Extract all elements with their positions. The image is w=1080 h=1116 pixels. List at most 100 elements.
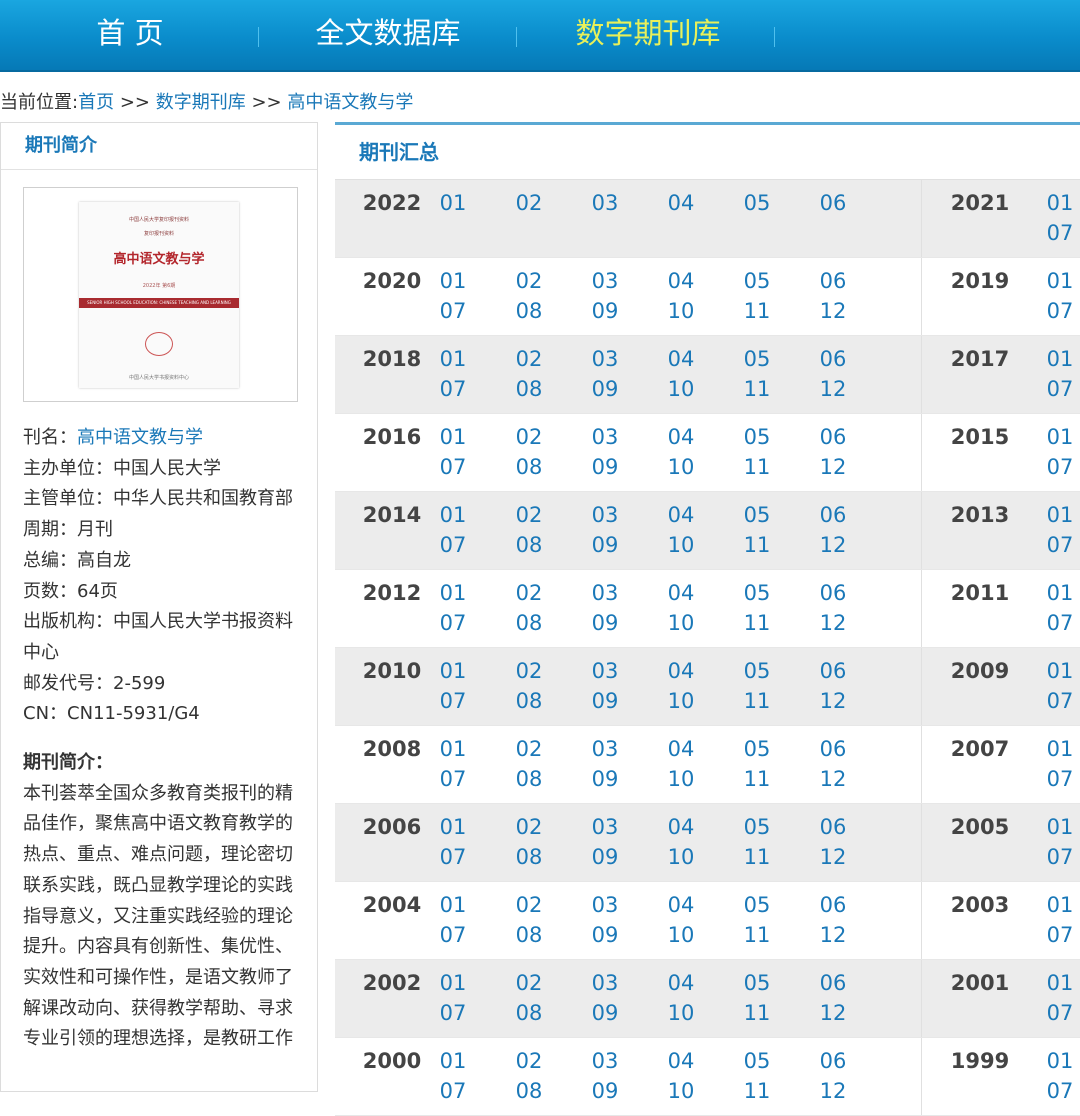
issue-link[interactable]: 01 (1040, 1047, 1080, 1075)
issue-link[interactable]: 02 (509, 1047, 549, 1075)
breadcrumb-journal-db-link[interactable]: 数字期刊库 (156, 92, 246, 113)
issue-link[interactable]: 07 (1040, 531, 1080, 559)
nav-digital-journal-db[interactable]: 数字期刊库 (560, 0, 736, 66)
issue-link[interactable]: 03 (585, 189, 625, 217)
issue-link[interactable]: 04 (661, 501, 701, 529)
issue-link[interactable]: 10 (661, 375, 701, 403)
issue-link[interactable]: 10 (661, 999, 701, 1027)
issue-link[interactable]: 06 (813, 189, 853, 217)
issue-link[interactable]: 01 (433, 423, 473, 451)
issue-link[interactable]: 03 (585, 891, 625, 919)
issue-link[interactable]: 01 (433, 189, 473, 217)
issue-link[interactable]: 07 (1040, 609, 1080, 637)
issue-link[interactable]: 05 (737, 189, 777, 217)
issue-link[interactable]: 12 (813, 609, 853, 637)
issue-link[interactable]: 05 (737, 501, 777, 529)
issue-link[interactable]: 01 (1040, 501, 1080, 529)
issue-link[interactable]: 10 (661, 531, 701, 559)
issue-link[interactable]: 01 (433, 345, 473, 373)
issue-link[interactable]: 01 (1040, 345, 1080, 373)
issue-link[interactable]: 06 (813, 969, 853, 997)
issue-link[interactable]: 11 (737, 531, 777, 559)
issue-link[interactable]: 06 (813, 657, 853, 685)
issue-link[interactable]: 01 (1040, 579, 1080, 607)
issue-link[interactable]: 01 (433, 501, 473, 529)
issue-link[interactable]: 07 (433, 687, 473, 715)
issue-link[interactable]: 01 (1040, 969, 1080, 997)
issue-link[interactable]: 09 (585, 531, 625, 559)
issue-link[interactable]: 08 (509, 921, 549, 949)
issue-link[interactable]: 05 (737, 969, 777, 997)
issue-link[interactable]: 09 (585, 453, 625, 481)
issue-link[interactable]: 02 (509, 735, 549, 763)
issue-link[interactable]: 08 (509, 453, 549, 481)
issue-link[interactable]: 03 (585, 267, 625, 295)
issue-link[interactable]: 12 (813, 921, 853, 949)
issue-link[interactable]: 06 (813, 423, 853, 451)
issue-link[interactable]: 07 (433, 609, 473, 637)
issue-link[interactable]: 02 (509, 657, 549, 685)
issue-link[interactable]: 08 (509, 609, 549, 637)
issue-link[interactable]: 01 (433, 735, 473, 763)
issue-link[interactable]: 06 (813, 579, 853, 607)
issue-link[interactable]: 07 (1040, 219, 1080, 247)
nav-home[interactable]: 首 页 (70, 0, 190, 66)
issue-link[interactable]: 10 (661, 843, 701, 871)
issue-link[interactable]: 12 (813, 687, 853, 715)
issue-link[interactable]: 10 (661, 1077, 701, 1105)
issue-link[interactable]: 03 (585, 735, 625, 763)
issue-link[interactable]: 11 (737, 843, 777, 871)
issue-link[interactable]: 08 (509, 687, 549, 715)
issue-link[interactable]: 08 (509, 531, 549, 559)
issue-link[interactable]: 10 (661, 687, 701, 715)
issue-link[interactable]: 12 (813, 531, 853, 559)
issue-link[interactable]: 11 (737, 375, 777, 403)
issue-link[interactable]: 11 (737, 1077, 777, 1105)
issue-link[interactable]: 11 (737, 297, 777, 325)
issue-link[interactable]: 05 (737, 579, 777, 607)
issue-link[interactable]: 04 (661, 657, 701, 685)
issue-link[interactable]: 01 (1040, 735, 1080, 763)
issue-link[interactable]: 08 (509, 765, 549, 793)
issue-link[interactable]: 06 (813, 891, 853, 919)
issue-link[interactable]: 04 (661, 969, 701, 997)
issue-link[interactable]: 12 (813, 843, 853, 871)
issue-link[interactable]: 04 (661, 1047, 701, 1075)
issue-link[interactable]: 06 (813, 735, 853, 763)
issue-link[interactable]: 09 (585, 999, 625, 1027)
issue-link[interactable]: 01 (1040, 267, 1080, 295)
issue-link[interactable]: 03 (585, 501, 625, 529)
issue-link[interactable]: 01 (1040, 813, 1080, 841)
issue-link[interactable]: 07 (433, 375, 473, 403)
issue-link[interactable]: 01 (433, 579, 473, 607)
issue-link[interactable]: 03 (585, 423, 625, 451)
issue-link[interactable]: 01 (1040, 189, 1080, 217)
issue-link[interactable]: 07 (433, 999, 473, 1027)
issue-link[interactable]: 07 (433, 765, 473, 793)
issue-link[interactable]: 06 (813, 1047, 853, 1075)
issue-link[interactable]: 04 (661, 579, 701, 607)
issue-link[interactable]: 11 (737, 453, 777, 481)
issue-link[interactable]: 07 (1040, 687, 1080, 715)
issue-link[interactable]: 06 (813, 813, 853, 841)
issue-link[interactable]: 07 (433, 453, 473, 481)
issue-link[interactable]: 03 (585, 813, 625, 841)
issue-link[interactable]: 02 (509, 969, 549, 997)
issue-link[interactable]: 12 (813, 297, 853, 325)
issue-link[interactable]: 02 (509, 423, 549, 451)
issue-link[interactable]: 08 (509, 843, 549, 871)
issue-link[interactable]: 08 (509, 1077, 549, 1105)
issue-link[interactable]: 01 (1040, 657, 1080, 685)
issue-link[interactable]: 08 (509, 375, 549, 403)
issue-link[interactable]: 11 (737, 999, 777, 1027)
issue-link[interactable]: 07 (433, 531, 473, 559)
issue-link[interactable]: 09 (585, 609, 625, 637)
issue-link[interactable]: 01 (433, 969, 473, 997)
issue-link[interactable]: 08 (509, 999, 549, 1027)
issue-link[interactable]: 02 (509, 813, 549, 841)
issue-link[interactable]: 11 (737, 921, 777, 949)
issue-link[interactable]: 07 (1040, 1077, 1080, 1105)
issue-link[interactable]: 07 (1040, 297, 1080, 325)
issue-link[interactable]: 09 (585, 375, 625, 403)
issue-link[interactable]: 11 (737, 687, 777, 715)
